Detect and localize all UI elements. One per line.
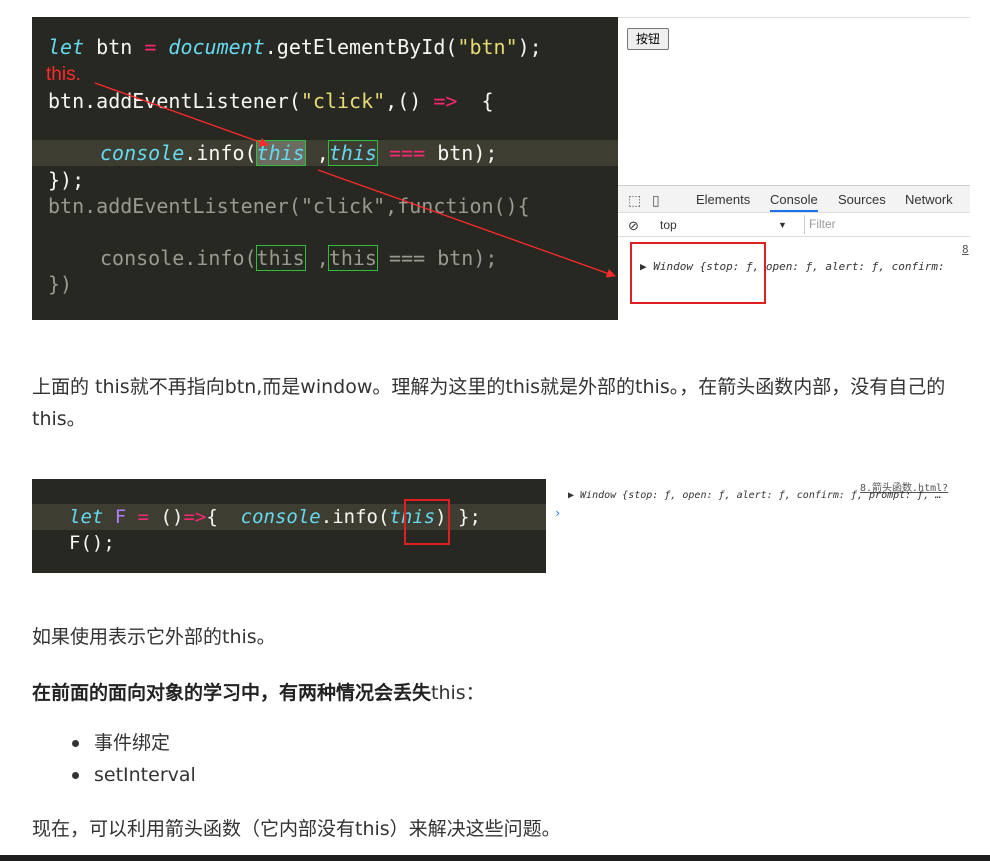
string-literal: "btn" <box>457 35 518 59</box>
console-log-entry[interactable]: ▶ Window {stop: ƒ, open: ƒ, alert: ƒ, co… <box>568 490 941 501</box>
keyword-let: let <box>48 35 85 59</box>
tab-console[interactable]: Console <box>770 192 818 212</box>
code-line-7: }) <box>48 272 73 296</box>
source-link[interactable]: 8 <box>962 243 969 256</box>
arrow-operator: => <box>433 89 458 113</box>
code-screenshot-1: let btn = document.getElementById("btn")… <box>32 17 618 320</box>
code-text: btn.addEventListener( <box>48 194 301 218</box>
tab-network[interactable]: Network <box>905 192 953 207</box>
code-line-2: btn.addEventListener("click",() => { <box>48 88 494 114</box>
code-line-call: F(); <box>69 532 115 554</box>
inspect-icon[interactable]: ⬚ <box>628 192 641 209</box>
devtools-tab-bar: ⬚ ▯ Elements Console Sources Network <box>618 185 970 213</box>
list-item: 事件绑定 <box>70 727 196 759</box>
bullet-list: 事件绑定 setInterval <box>70 727 196 791</box>
code-text: btn); <box>425 141 498 165</box>
paragraph-1: 上面的 this就不再指向btn,而是window。理解为这里的this就是外部… <box>32 376 946 430</box>
filter-input[interactable]: Filter <box>804 215 964 234</box>
console-keyword: console <box>100 246 185 270</box>
console-prompt[interactable]: › <box>554 506 561 520</box>
code-text: .info( <box>184 246 257 270</box>
operator: = <box>126 506 150 528</box>
function-name: F <box>103 506 127 528</box>
highlight-box <box>630 242 766 304</box>
console-toolbar: ⊘ top ▼ Filter <box>618 213 970 237</box>
chevron-down-icon[interactable]: ▼ <box>778 220 787 230</box>
annotation-label: this. <box>46 64 81 85</box>
operator: === <box>376 141 426 165</box>
list-item: setInterval <box>70 759 196 791</box>
paragraph-3-rest: this： <box>431 682 485 704</box>
context-selector[interactable]: top <box>660 218 677 232</box>
string-literal: "click" <box>300 194 386 218</box>
code-text: ); <box>517 35 542 59</box>
paragraph-4: 现在，可以利用箭头函数（它内部没有this）来解决这些问题。 <box>32 818 561 840</box>
code-line-4: }); <box>48 168 85 192</box>
next-image-edge <box>0 855 990 861</box>
string-literal: "click" <box>300 89 386 113</box>
this-box-2: this <box>327 245 378 271</box>
code-text: .info( <box>320 506 390 528</box>
code-text: { <box>206 506 218 528</box>
page-button[interactable]: 按钮 <box>627 28 670 50</box>
this-highlight-1: this <box>255 140 306 166</box>
console-keyword: console <box>240 506 321 528</box>
this-highlight-2: this <box>327 140 378 166</box>
code-text: === btn); <box>376 246 498 270</box>
code-text: , <box>304 141 329 165</box>
bold-intro: 在前面的面向对象的学习中，有两种情况会丢失 <box>32 682 432 704</box>
code-text: btn.addEventListener( <box>48 89 301 113</box>
object-document: document <box>156 35 265 59</box>
code-line-5: btn.addEventListener("click",function(){ <box>48 193 530 219</box>
code-text: ,function(){ <box>385 194 530 218</box>
code-line-6: console.info(this ,this === btn); <box>100 245 497 271</box>
console-output-2: 8.箭头函数.html? ▶ Window {stop: ƒ, open: ƒ,… <box>546 479 970 573</box>
this-highlight-box <box>404 499 450 545</box>
code-text: btn <box>84 35 145 59</box>
operator: = <box>144 35 157 59</box>
console-keyword: console <box>100 141 185 165</box>
paragraph-2: 如果使用表示它外部的this。 <box>32 626 276 648</box>
code-line-3: console.info(this ,this === btn); <box>100 140 497 166</box>
code-text: , <box>304 246 329 270</box>
keyword-let: let <box>69 506 104 528</box>
code-screenshot-2: let F = ()=>{ console.info(this) }; F(); <box>32 479 546 573</box>
tab-sources[interactable]: Sources <box>838 192 886 207</box>
code-text: .getElementById( <box>264 35 458 59</box>
code-text: ,() <box>385 89 434 113</box>
arrow-operator: => <box>183 506 207 528</box>
this-box-1: this <box>255 245 306 271</box>
code-text: .info( <box>184 141 257 165</box>
code-line-1: let btn = document.getElementById("btn")… <box>48 34 542 60</box>
browser-preview-1: 按钮 ⬚ ▯ Elements Console Sources Network … <box>618 17 970 320</box>
device-toolbar-icon[interactable]: ▯ <box>652 192 660 209</box>
code-text: { <box>457 89 494 113</box>
tab-elements[interactable]: Elements <box>696 192 750 207</box>
clear-console-icon[interactable]: ⊘ <box>628 218 639 234</box>
code-text: () <box>149 506 184 528</box>
paragraph-3: 在前面的面向对象的学习中，有两种情况会丢失this： <box>32 677 485 709</box>
